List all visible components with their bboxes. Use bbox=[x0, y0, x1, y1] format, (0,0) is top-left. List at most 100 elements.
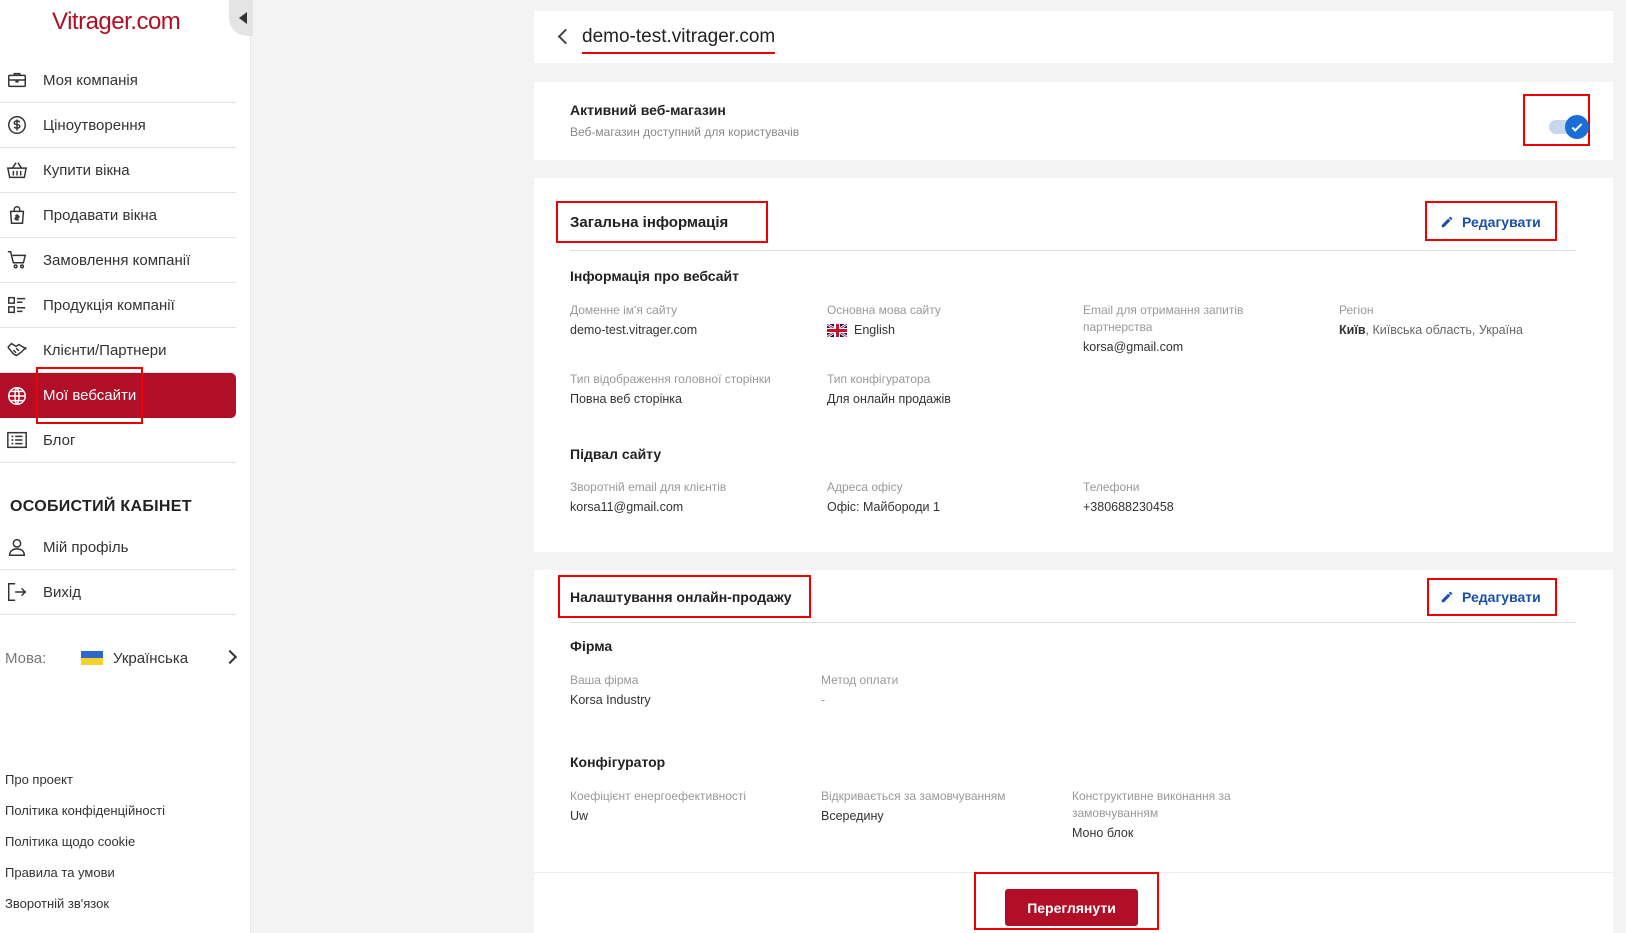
field-key: Метод оплати bbox=[821, 673, 899, 687]
sidebar-item-blog[interactable]: Блог bbox=[0, 418, 236, 463]
field-value: Моно блок bbox=[1072, 826, 1134, 840]
check-icon bbox=[1571, 120, 1583, 132]
field-key: Основна мова сайту bbox=[827, 303, 941, 317]
field-value: Uw bbox=[570, 809, 589, 823]
general-edit-button[interactable]: Редагувати bbox=[1440, 214, 1541, 230]
footer-info-title: Підвал сайту bbox=[570, 446, 662, 462]
sidebar-item-label: Купити вікна bbox=[43, 161, 130, 179]
general-info-card: Загальна інформація Редагувати Інформаці… bbox=[534, 178, 1613, 552]
view-button[interactable]: Переглянути bbox=[1005, 889, 1138, 926]
logout-icon bbox=[5, 580, 29, 604]
field-value-bold: Київ bbox=[1339, 323, 1366, 337]
online-sales-title: Налаштування онлайн-продажу bbox=[570, 589, 792, 605]
field-value-wrap: English bbox=[827, 323, 1057, 337]
blog-icon bbox=[5, 428, 29, 452]
bag-icon bbox=[5, 203, 29, 227]
online-sales-card: Налаштування онлайн-продажу Редагувати Ф… bbox=[534, 570, 1613, 933]
sidebar-item-company-orders[interactable]: Замовлення компанії bbox=[0, 238, 236, 283]
header-card: demo-test.vitrager.com bbox=[534, 11, 1613, 63]
sidebar-item-company[interactable]: Моя компанія bbox=[0, 58, 236, 103]
footer-link-feedback[interactable]: Зворотній зв'язок bbox=[5, 896, 165, 927]
sidebar-item-sell-windows[interactable]: Продавати вікна bbox=[0, 193, 236, 238]
cabinet-nav: Мій профіль Вихід bbox=[0, 525, 236, 615]
collapse-arrow-icon bbox=[239, 12, 247, 24]
sidebar-item-logout[interactable]: Вихід bbox=[0, 570, 236, 615]
field-region: Регіон Київ, Київська область, Україна bbox=[1339, 302, 1599, 337]
sidebar-item-label: Блог bbox=[43, 431, 76, 449]
sidebar-collapse-button[interactable] bbox=[229, 0, 253, 36]
field-value: korsa11@gmail.com bbox=[570, 500, 684, 514]
field-office-address: Адреса офісу Офіс: Майбороди 1 bbox=[827, 479, 1057, 514]
field-value: demo-test.vitrager.com bbox=[570, 323, 698, 337]
field-key: Адреса офісу bbox=[827, 480, 903, 494]
field-key: Регіон bbox=[1339, 303, 1374, 317]
field-value: korsa@gmail.com bbox=[1083, 340, 1184, 354]
field-value: English bbox=[854, 323, 895, 337]
field-value: Всередину bbox=[821, 809, 884, 823]
website-info-title: Інформація про вебсайт bbox=[570, 268, 739, 284]
field-partner-email: Email для отримання запитів партнерства … bbox=[1083, 302, 1283, 354]
sales-edit-button[interactable]: Редагувати bbox=[1440, 589, 1541, 605]
field-value: Korsa Industry bbox=[570, 693, 651, 707]
field-configurator-type: Тип конфігуратора Для онлайн продажів bbox=[827, 371, 1057, 406]
active-shop-title: Активний веб-магазин bbox=[570, 102, 726, 118]
sidebar-item-label: Ціноутворення bbox=[43, 116, 146, 134]
field-key: Коефіцієнт енергоефективності bbox=[570, 789, 747, 803]
logo[interactable]: Vitrager.com bbox=[52, 8, 181, 36]
uk-flag-icon bbox=[827, 323, 847, 337]
page-title: demo-test.vitrager.com bbox=[582, 26, 776, 54]
sidebar-item-label: Моя компанія bbox=[43, 71, 138, 89]
pencil-icon bbox=[1441, 216, 1453, 228]
logo-text: Vitrager.com bbox=[52, 8, 181, 35]
field-energy-coefficient: Коефіцієнт енергоефективності Uw bbox=[570, 788, 800, 823]
pencil-icon bbox=[1441, 591, 1453, 603]
sidebar-item-buy-windows[interactable]: Купити вікна bbox=[0, 148, 236, 193]
language-selector[interactable]: Мова: Українська bbox=[5, 646, 241, 670]
basket-icon bbox=[5, 158, 29, 182]
field-key: Ваша фірма bbox=[570, 673, 639, 687]
sidebar-item-pricing[interactable]: Ціноутворення bbox=[0, 103, 236, 148]
field-key: Телефони bbox=[1083, 480, 1140, 494]
footer-link-cookie[interactable]: Політика щодо cookie bbox=[5, 834, 165, 865]
footer-link-privacy[interactable]: Політика конфіденційності bbox=[5, 803, 165, 834]
list-grid-icon bbox=[5, 293, 29, 317]
general-info-title: Загальна інформація bbox=[570, 214, 729, 231]
language-value: Українська bbox=[113, 649, 189, 667]
field-your-firm: Ваша фірма Korsa Industry bbox=[570, 672, 800, 707]
globe-icon bbox=[5, 384, 29, 408]
field-key: Відкривається за замовчуванням bbox=[821, 789, 1006, 803]
handshake-icon bbox=[5, 338, 29, 362]
field-value: Офіс: Майбороди 1 bbox=[827, 500, 940, 514]
chevron-right-icon bbox=[222, 649, 238, 665]
sidebar: Vitrager.com Моя компанія Ціноутворення … bbox=[0, 0, 253, 933]
sidebar-item-profile[interactable]: Мій профіль bbox=[0, 525, 236, 570]
active-shop-card: Активний веб-магазин Веб-магазин доступн… bbox=[534, 82, 1613, 160]
toggle-knob[interactable] bbox=[1565, 115, 1589, 139]
user-icon bbox=[5, 535, 29, 559]
edit-label: Редагувати bbox=[1462, 589, 1541, 605]
footer-link-about[interactable]: Про проект bbox=[5, 772, 165, 803]
field-key: Конструктивне виконання за замовчуванням bbox=[1072, 789, 1231, 820]
field-value-wrap: Київ, Київська область, Україна bbox=[1339, 323, 1599, 337]
cabinet-section-title: ОСОБИСТИЙ КАБІНЕТ bbox=[10, 498, 192, 515]
sidebar-item-company-products[interactable]: Продукція компанії bbox=[0, 283, 236, 328]
language-label: Мова: bbox=[5, 649, 47, 667]
highlight-box bbox=[36, 367, 143, 424]
field-value: , Київська область, Україна bbox=[1365, 323, 1523, 337]
back-arrow-icon[interactable] bbox=[557, 28, 574, 45]
sidebar-item-label: Замовлення компанії bbox=[43, 251, 191, 269]
field-value: Повна веб сторінка bbox=[570, 392, 682, 406]
cart-icon bbox=[5, 248, 29, 272]
field-key: Тип відображення головної сторінки bbox=[570, 372, 771, 386]
sidebar-item-label: Продукція компанії bbox=[43, 296, 175, 314]
configurator-title: Конфігуратор bbox=[570, 754, 666, 770]
field-payment-method: Метод оплати - bbox=[821, 672, 1051, 707]
field-key: Зворотній email для клієнтів bbox=[570, 480, 727, 494]
field-key: Тип конфігуратора bbox=[827, 372, 931, 386]
footer-link-terms[interactable]: Правила та умови bbox=[5, 865, 165, 896]
field-value: - bbox=[821, 693, 826, 707]
field-main-language: Основна мова сайту English bbox=[827, 302, 1057, 337]
highlight-box bbox=[1523, 94, 1590, 146]
field-value: +380688230458 bbox=[1083, 500, 1174, 514]
sidebar-item-label: Мій профіль bbox=[43, 538, 129, 556]
